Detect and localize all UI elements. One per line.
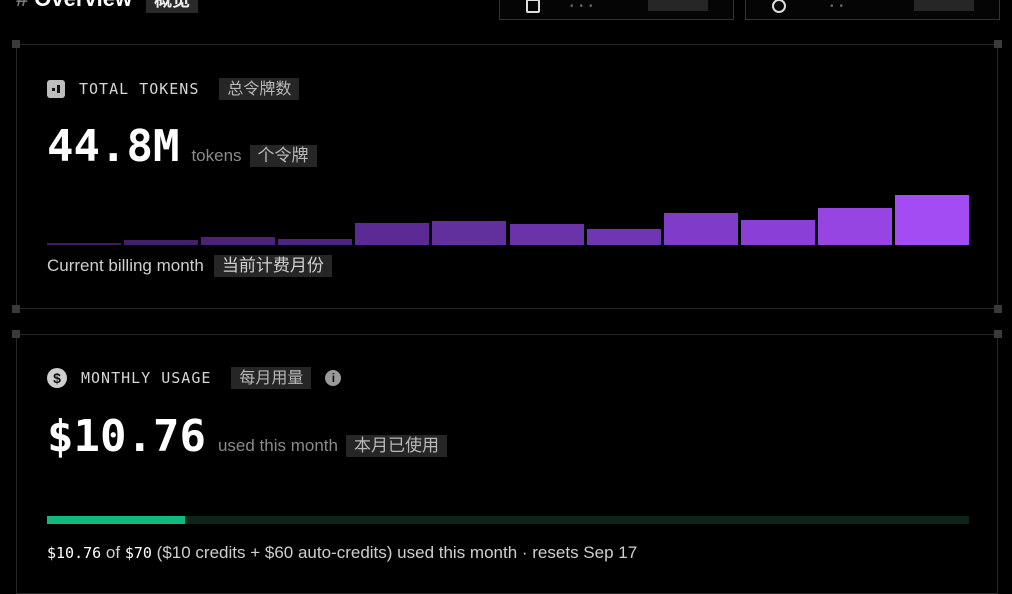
monthly-usage-card: $ MONTHLY USAGE 每月用量 i $10.76 used this …	[12, 330, 1002, 594]
filter-selector[interactable]: ••	[745, 0, 1000, 20]
token-bar	[663, 213, 738, 245]
usage-used-amount: $10.76	[47, 544, 102, 562]
corner-marker	[12, 40, 20, 48]
token-bar	[201, 237, 276, 245]
monthly-usage-metric: $10.76 used this month 本月已使用	[47, 411, 447, 462]
filter-icon	[772, 0, 786, 13]
calendar-icon	[526, 0, 540, 13]
total-tokens-header: TOTAL TOKENS 总令牌数	[47, 78, 300, 100]
usage-of-text: of	[105, 543, 121, 562]
total-tokens-unit-cn: 个令牌	[249, 145, 317, 167]
total-tokens-label-cn: 总令牌数	[219, 78, 300, 100]
token-usage-chart	[47, 195, 969, 245]
page-title-text: Overview	[34, 0, 132, 11]
corner-marker	[12, 330, 20, 338]
billing-period-label: Current billing month	[47, 256, 204, 275]
token-bar	[432, 221, 507, 245]
usage-progress-fill	[47, 516, 186, 524]
monthly-usage-unit-cn: 本月已使用	[345, 435, 447, 457]
total-tokens-label: TOTAL TOKENS	[79, 80, 200, 98]
token-bar	[894, 195, 969, 245]
token-bar	[740, 220, 815, 245]
token-bar	[355, 223, 430, 245]
total-tokens-card: TOTAL TOKENS 总令牌数 44.8M tokens 个令牌 Curre…	[12, 40, 1002, 313]
corner-marker	[994, 40, 1002, 48]
total-tokens-unit: tokens	[191, 146, 242, 165]
page-title-cn: 概览	[146, 0, 199, 13]
usage-detail-text: ($10 credits + $60 auto-credits) used th…	[156, 543, 638, 562]
filter-value: ••	[830, 1, 850, 12]
date-range-value: •••	[570, 1, 599, 12]
corner-marker	[994, 330, 1002, 338]
monthly-usage-value: $10.76	[47, 411, 206, 462]
monthly-usage-label: MONTHLY USAGE	[81, 369, 212, 387]
monthly-usage-header: $ MONTHLY USAGE 每月用量 i	[47, 367, 342, 389]
billing-period-label-cn: 当前计费月份	[213, 255, 332, 277]
usage-limit-amount: $70	[124, 544, 152, 562]
billing-period-note: Current billing month 当前计费月份	[47, 255, 332, 277]
monthly-usage-label-cn: 每月用量	[231, 367, 312, 389]
total-tokens-value: 44.8M	[47, 121, 180, 172]
hash-symbol: #	[16, 0, 28, 11]
token-bar	[47, 243, 122, 245]
token-bar	[586, 229, 661, 245]
info-icon[interactable]: i	[325, 370, 342, 386]
monthly-usage-unit: used this month	[217, 436, 338, 455]
corner-marker	[994, 305, 1002, 313]
token-bar	[509, 224, 584, 245]
date-range-selector[interactable]: •••	[499, 0, 734, 20]
token-bar	[124, 240, 199, 245]
usage-progress-bar	[47, 516, 969, 524]
token-bar	[817, 208, 892, 245]
token-icon	[47, 80, 65, 98]
page-title: # Overview 概览	[16, 0, 199, 13]
corner-marker	[12, 305, 20, 313]
dollar-icon: $	[47, 368, 67, 388]
total-tokens-metric: 44.8M tokens 个令牌	[47, 121, 317, 172]
token-bar	[278, 239, 353, 245]
date-range-tag	[648, 0, 708, 11]
usage-summary: $10.76 of $70 ($10 credits + $60 auto-cr…	[47, 543, 637, 563]
filter-tag	[914, 0, 974, 11]
